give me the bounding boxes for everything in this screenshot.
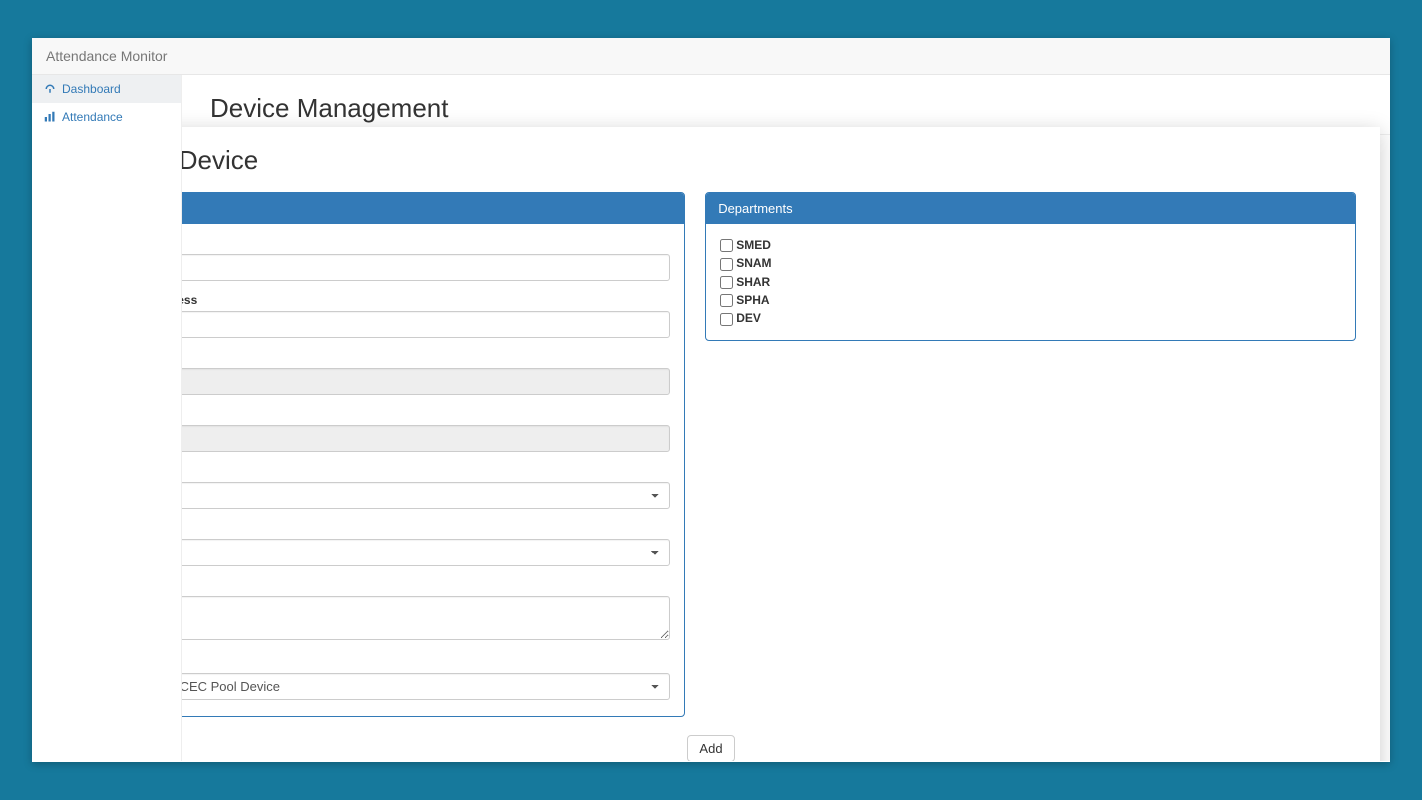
page-title: Device Management [182,75,1390,135]
dept-item-smed: SMED [720,236,1341,254]
dept-checkbox-dev[interactable] [720,313,733,326]
app-title: Attendance Monitor [46,48,167,64]
modal-title: Add New Device [182,145,1356,176]
sidebar-item-label: Dashboard [62,82,121,96]
add-button[interactable]: Add [687,735,734,761]
panel-header-departments: Departments [706,193,1355,224]
device-mac-input[interactable] [182,311,670,338]
device-identifier-input[interactable] [182,254,670,281]
dept-checkbox-smed[interactable] [720,239,733,252]
device-location-select[interactable]: [SMED/SNAM] CEC Pool Device [182,673,670,700]
sidebar-item-dashboard[interactable]: Dashboard [32,75,181,103]
main-content: Device Management at-nu-01 DJW Pool Devi… [182,75,1390,761]
device-details-panel: Device Details Device Identifier Device … [182,192,685,717]
label-device-status: Device Status [182,407,670,421]
label-nightly-reboot: Nightly Reboot [182,464,670,478]
dept-checkbox-snam[interactable] [720,258,733,271]
sidebar: Dashboard Attendance [32,75,182,761]
device-notes-textarea[interactable] [182,596,670,640]
label-device-mac: Device Mac Address [182,293,670,307]
nightly-reboot-select[interactable]: Yes [182,482,670,509]
device-version-input [182,368,670,395]
device-status-input [182,425,670,452]
dept-item-snam: SNAM [720,254,1341,272]
departments-list: SMED SNAM SHAR SPHA DEV [720,236,1341,328]
label-notify-offline: Notify Offline [182,521,670,535]
panel-header-details: Device Details [182,193,684,224]
label-device-notes: Device Notes [182,578,670,592]
sidebar-item-label: Attendance [62,110,123,124]
dept-item-dev: DEV [720,309,1341,327]
dept-item-spha: SPHA [720,291,1341,309]
sidebar-item-attendance[interactable]: Attendance [32,103,181,131]
dept-checkbox-shar[interactable] [720,276,733,289]
label-device-location: Device Location [182,655,670,669]
add-device-modal: Add New Device Device Details Device Ide… [182,127,1380,761]
dept-checkbox-spha[interactable] [720,294,733,307]
dept-item-shar: SHAR [720,273,1341,291]
app-window: Attendance Monitor Dashboard Attendance … [32,38,1390,762]
label-device-version: Device Version [182,350,670,364]
notify-offline-select[interactable]: Yes [182,539,670,566]
departments-panel: Departments SMED SNAM SHAR SPHA DEV [705,192,1356,341]
topbar: Attendance Monitor [32,38,1390,75]
dashboard-icon [44,83,56,95]
bar-chart-icon [44,111,56,123]
label-device-identifier: Device Identifier [182,236,670,250]
